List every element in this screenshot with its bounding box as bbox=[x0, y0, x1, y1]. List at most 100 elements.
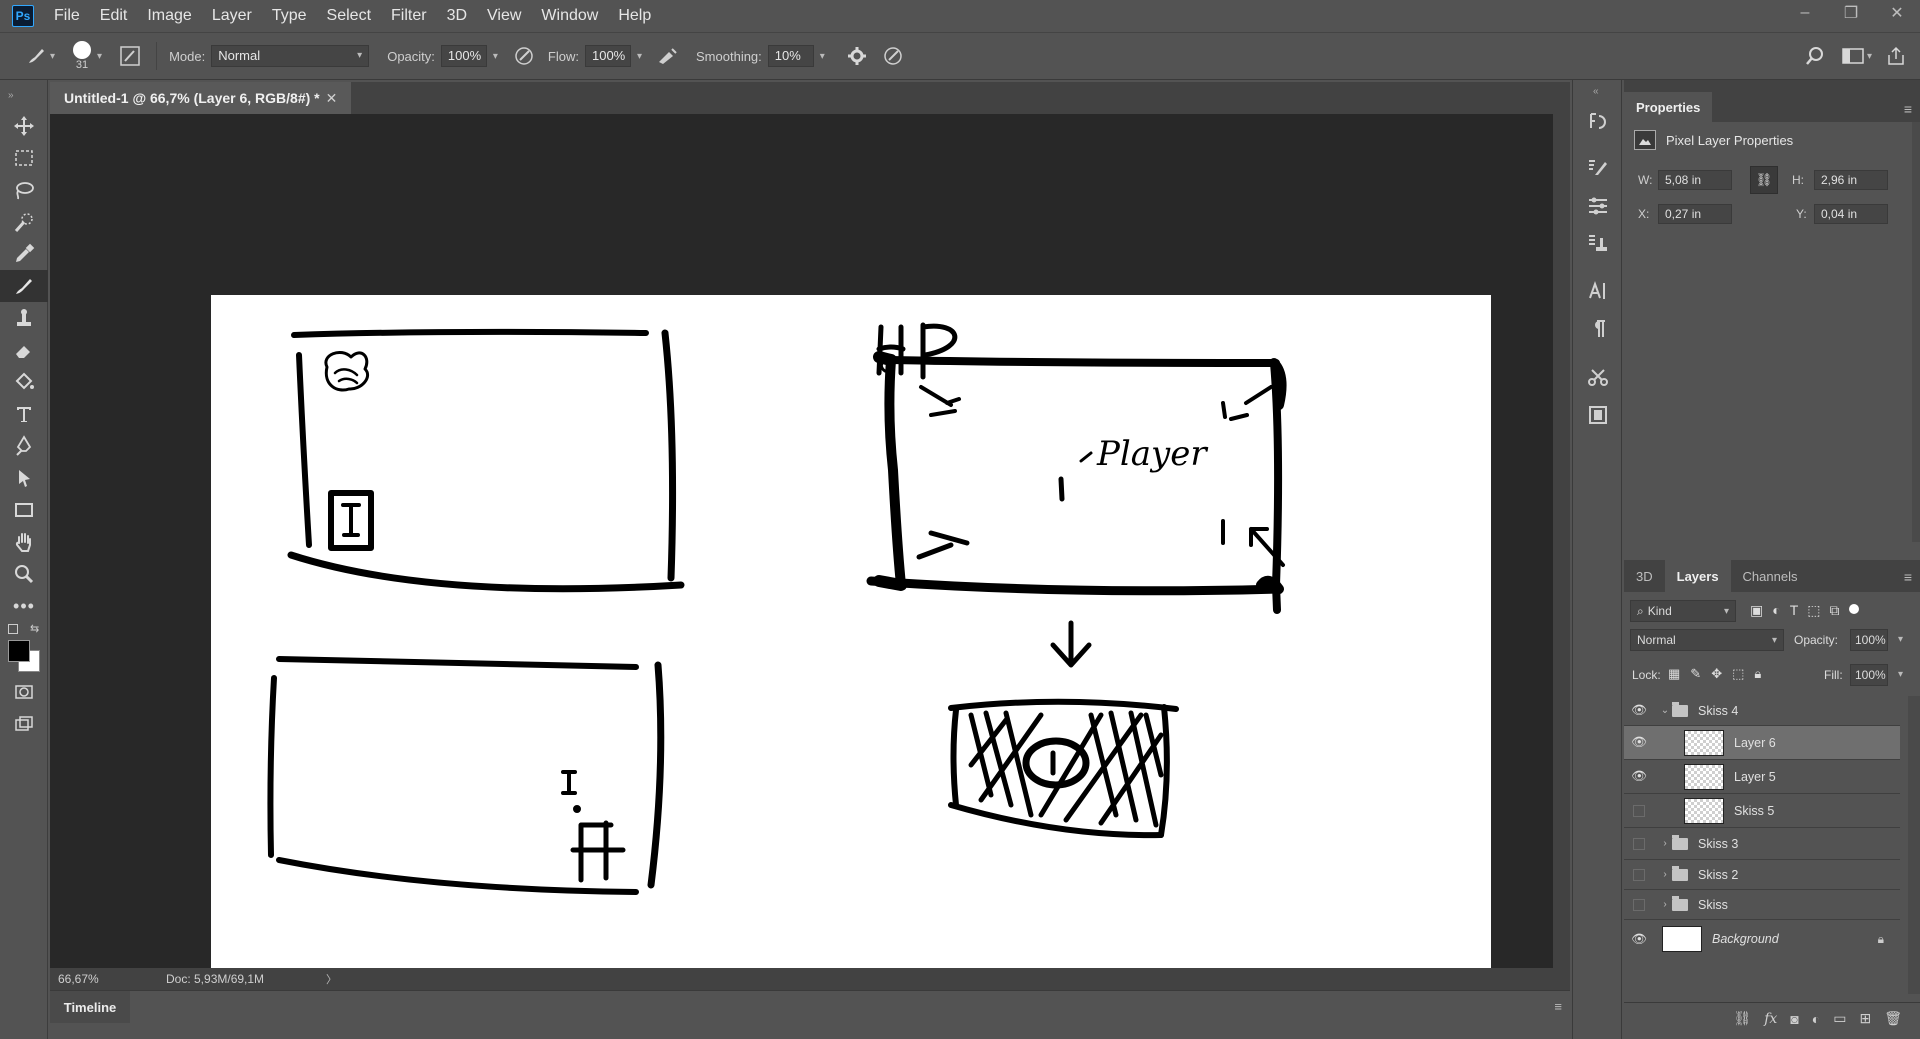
chevron-down-icon[interactable]: ▾ bbox=[50, 51, 55, 62]
eye-icon[interactable]: 👁︎ bbox=[1624, 932, 1654, 947]
tab-properties[interactable]: Properties bbox=[1624, 92, 1713, 122]
swap-colors-icon[interactable]: ⇆ bbox=[30, 622, 39, 635]
eye-icon[interactable]: 👁︎ bbox=[1624, 769, 1654, 784]
move-tool-icon[interactable] bbox=[0, 110, 48, 142]
close-tab-icon[interactable]: ✕ bbox=[326, 90, 338, 107]
add-mask-icon[interactable]: ◙ bbox=[1790, 1011, 1798, 1027]
menu-type[interactable]: Type bbox=[262, 0, 317, 32]
height-field[interactable]: 2,96 in bbox=[1814, 170, 1888, 190]
fx-icon[interactable]: fx bbox=[1764, 1011, 1777, 1027]
timeline-menu-icon[interactable]: ≡ bbox=[1554, 999, 1562, 1014]
vertical-scrollbar[interactable] bbox=[1553, 114, 1570, 968]
chevron-down-icon[interactable]: ▾ bbox=[1898, 634, 1903, 645]
panel-menu-icon[interactable]: ≡ bbox=[1904, 101, 1912, 117]
mode-select[interactable]: Normal ▾ bbox=[211, 45, 370, 67]
eraser-tool-icon[interactable] bbox=[0, 334, 48, 366]
foreground-color-swatch[interactable] bbox=[8, 640, 30, 662]
kind-filter-select[interactable]: ⌕ Kind ▾ bbox=[1630, 600, 1736, 622]
lasso-tool-icon[interactable] bbox=[0, 174, 48, 206]
quick-selection-tool-icon[interactable] bbox=[0, 206, 48, 238]
link-icon[interactable]: ⛓ bbox=[1750, 166, 1778, 194]
adjustments-icon[interactable] bbox=[1573, 186, 1623, 224]
rectangle-tool-icon[interactable] bbox=[0, 494, 48, 526]
eyedropper-tool-icon[interactable] bbox=[0, 238, 48, 270]
marquee-tool-icon[interactable] bbox=[0, 142, 48, 174]
document-tab[interactable]: Untitled-1 @ 66,7% (Layer 6, RGB/8#) * ✕ bbox=[50, 82, 352, 114]
filter-pixel-icon[interactable]: ▣ bbox=[1750, 602, 1763, 619]
menu-filter[interactable]: Filter bbox=[381, 0, 437, 32]
layers-scrollbar[interactable] bbox=[1908, 696, 1920, 994]
tab-channels[interactable]: Channels bbox=[1731, 560, 1810, 592]
visibility-toggle[interactable] bbox=[1624, 898, 1654, 911]
filter-shape-icon[interactable]: ⬚ bbox=[1807, 602, 1820, 619]
pen-tool-icon[interactable] bbox=[0, 430, 48, 462]
menu-select[interactable]: Select bbox=[317, 0, 381, 32]
eye-icon[interactable]: 👁︎ bbox=[1624, 735, 1654, 750]
new-layer-icon[interactable]: ⊞ bbox=[1859, 1010, 1871, 1027]
paint-bucket-tool-icon[interactable] bbox=[0, 366, 48, 398]
zoom-tool-icon[interactable] bbox=[0, 558, 48, 590]
menu-help[interactable]: Help bbox=[608, 0, 661, 32]
minimize-button[interactable]: – bbox=[1782, 0, 1828, 26]
menu-edit[interactable]: Edit bbox=[90, 0, 138, 32]
visibility-toggle[interactable] bbox=[1624, 837, 1654, 850]
tool-presets-icon[interactable] bbox=[1573, 358, 1623, 396]
lock-image-icon[interactable]: ✎ bbox=[1690, 666, 1701, 682]
layer-row-skiss[interactable]: › Skiss bbox=[1624, 890, 1900, 920]
layer-row-skiss-5[interactable]: Skiss 5 bbox=[1624, 794, 1900, 828]
visibility-toggle[interactable] bbox=[1624, 804, 1654, 817]
collapse-icon[interactable]: « bbox=[1573, 80, 1621, 102]
layer-row-skiss-4[interactable]: 👁︎ ⌄ Skiss 4 bbox=[1624, 696, 1900, 726]
layer-row-layer-5[interactable]: 👁︎ Layer 5 bbox=[1624, 760, 1900, 794]
paragraph-icon[interactable] bbox=[1573, 310, 1623, 348]
brushes-icon[interactable] bbox=[1573, 148, 1623, 186]
stamp-tool-icon[interactable] bbox=[0, 302, 48, 334]
layer-row-skiss-3[interactable]: › Skiss 3 bbox=[1624, 828, 1900, 860]
menu-window[interactable]: Window bbox=[531, 0, 608, 32]
menu-file[interactable]: File bbox=[44, 0, 90, 32]
close-window-button[interactable]: ✕ bbox=[1874, 0, 1920, 26]
history-icon[interactable] bbox=[1573, 102, 1623, 140]
chevron-down-icon[interactable]: ▾ bbox=[1898, 669, 1903, 680]
tab-3d[interactable]: 3D bbox=[1624, 560, 1665, 592]
lock-position-icon[interactable]: ✥ bbox=[1711, 666, 1722, 682]
menu-image[interactable]: Image bbox=[137, 0, 201, 32]
menu-view[interactable]: View bbox=[477, 0, 531, 32]
lock-transparent-icon[interactable]: ▦ bbox=[1668, 666, 1680, 682]
layer-opacity-field[interactable]: 100% bbox=[1850, 629, 1888, 651]
pressure-size-icon[interactable] bbox=[879, 42, 907, 70]
chevron-down-icon[interactable]: ▾ bbox=[637, 51, 642, 62]
layer-row-layer-6[interactable]: 👁︎ Layer 6 bbox=[1624, 726, 1900, 760]
restore-button[interactable]: ❐ bbox=[1828, 0, 1874, 26]
filter-adjustment-icon[interactable]: ◐ bbox=[1772, 602, 1780, 619]
menu-3d[interactable]: 3D bbox=[437, 0, 477, 32]
default-colors-icon[interactable] bbox=[8, 624, 18, 634]
fill-field[interactable]: 100% bbox=[1850, 664, 1888, 686]
chevron-down-icon[interactable]: ⌄ bbox=[1658, 705, 1672, 716]
x-field[interactable]: 0,27 in bbox=[1658, 204, 1732, 224]
clone-source-icon[interactable] bbox=[1573, 224, 1623, 262]
canvas[interactable]: Player HP bbox=[211, 295, 1491, 1015]
eye-icon[interactable]: 👁︎ bbox=[1624, 703, 1654, 718]
timeline-tab[interactable]: Timeline bbox=[50, 991, 130, 1023]
brush-tool-icon[interactable] bbox=[0, 270, 48, 302]
link-layers-icon[interactable]: ⛓ bbox=[1733, 1010, 1751, 1027]
lock-all-icon[interactable]: 🔒︎ bbox=[1754, 666, 1761, 682]
chevron-down-icon[interactable]: ▾ bbox=[493, 51, 498, 62]
smoothing-field[interactable]: 10% bbox=[767, 45, 814, 67]
y-field[interactable]: 0,04 in bbox=[1814, 204, 1888, 224]
brush-settings-icon[interactable] bbox=[116, 42, 144, 70]
filter-smart-object-icon[interactable]: ⧉ bbox=[1830, 602, 1840, 619]
visibility-toggle[interactable] bbox=[1624, 868, 1654, 881]
flow-field[interactable]: 100% bbox=[584, 45, 631, 67]
share-icon[interactable] bbox=[1882, 42, 1910, 70]
screen-mode-icon[interactable] bbox=[0, 708, 48, 740]
blend-mode-select[interactable]: Normal ▾ bbox=[1630, 629, 1784, 651]
width-field[interactable]: 5,08 in bbox=[1658, 170, 1732, 190]
zoom-level[interactable]: 66,67% bbox=[50, 972, 160, 986]
layer-row-background[interactable]: 👁︎ Background 🔒︎ bbox=[1624, 920, 1900, 958]
lock-artboard-icon[interactable]: ⬚ bbox=[1732, 666, 1744, 682]
layer-row-skiss-2[interactable]: › Skiss 2 bbox=[1624, 860, 1900, 890]
chevron-right-icon[interactable]: › bbox=[1658, 869, 1672, 880]
chevron-down-icon[interactable]: ▾ bbox=[820, 51, 825, 62]
